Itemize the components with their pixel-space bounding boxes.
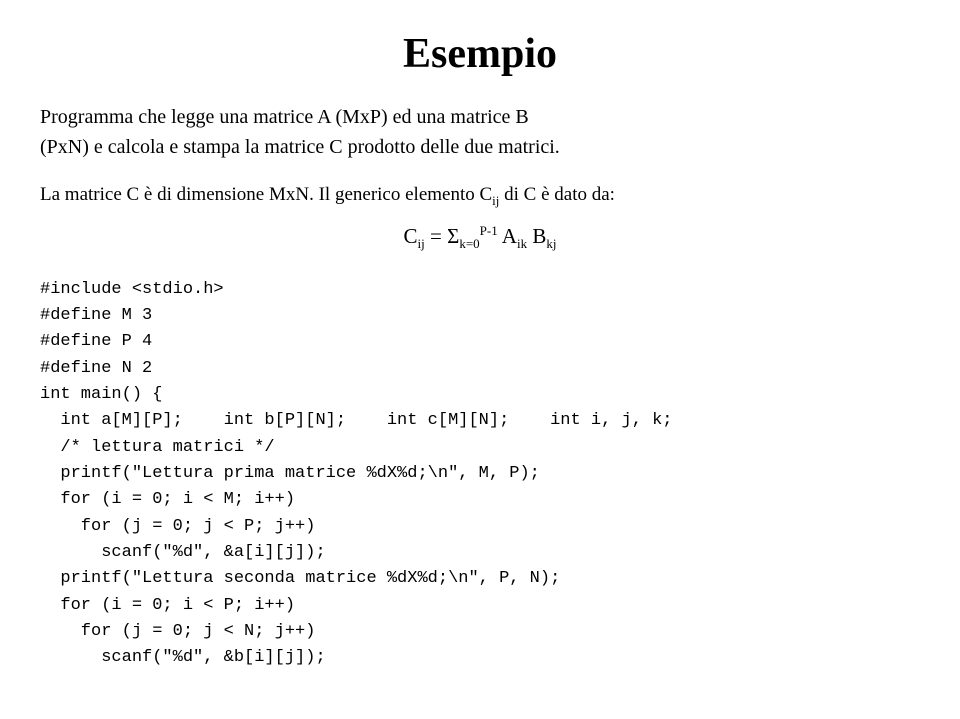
page-title: Esempio bbox=[40, 30, 920, 78]
math-formula: Cij = Σk=0P-1 Aik Bkj bbox=[40, 220, 920, 255]
intro-line2: (PxN) e calcola e stampa la matrice C pr… bbox=[40, 136, 560, 158]
description-line1: La matrice C è di dimensione MxN. Il gen… bbox=[40, 184, 615, 205]
intro-paragraph: Programma che legge una matrice A (MxP) … bbox=[40, 102, 920, 162]
code-block: #include <stdio.h> #define M 3 #define P… bbox=[40, 277, 920, 672]
intro-line1: Programma che legge una matrice A (MxP) … bbox=[40, 106, 529, 128]
math-description: La matrice C è di dimensione MxN. Il gen… bbox=[40, 180, 920, 255]
